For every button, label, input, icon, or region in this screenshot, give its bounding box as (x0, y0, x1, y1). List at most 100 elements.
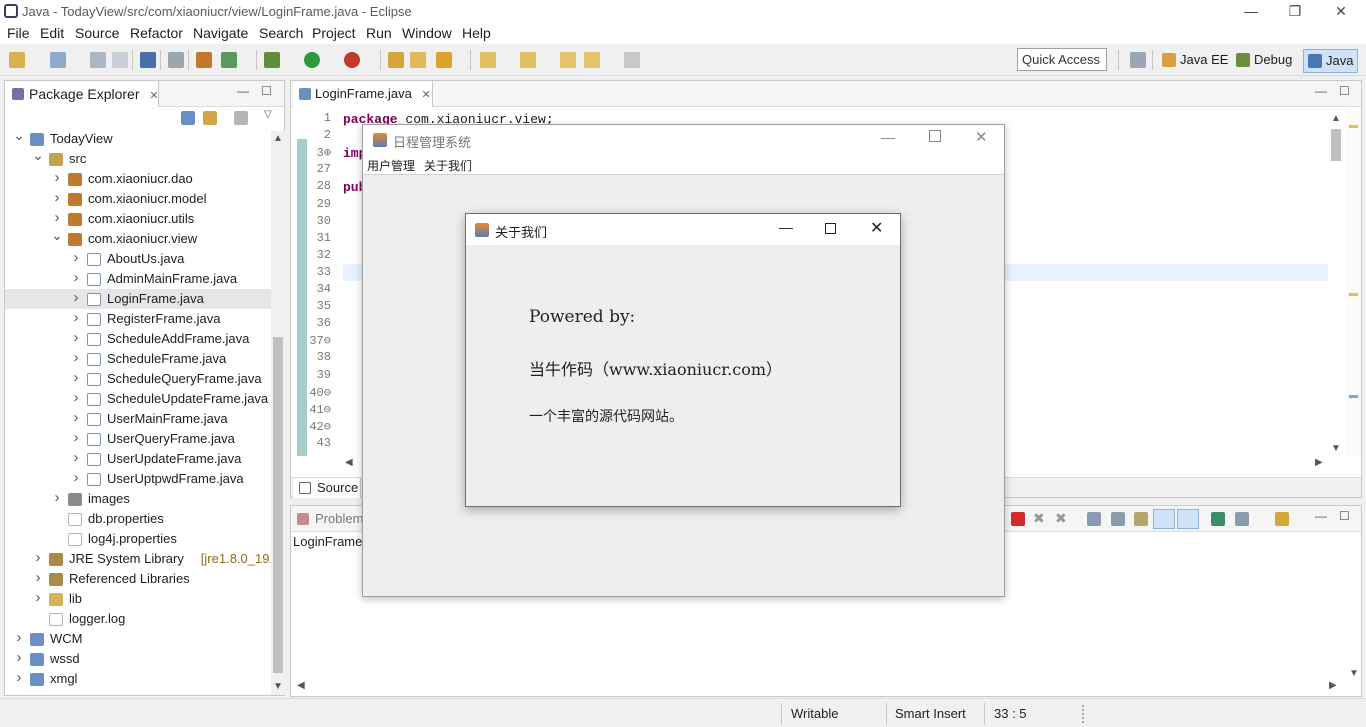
menu-about-us[interactable]: 关于我们 (424, 157, 472, 174)
tab-package-explorer[interactable]: Package Explorer ✕ (5, 81, 159, 107)
tree-item[interactable]: › com.xiaoniucr.model (5, 189, 271, 209)
scroll-left-icon[interactable]: ◀ (345, 457, 353, 468)
maximize-button[interactable] (825, 223, 836, 234)
menu-help[interactable]: Help (462, 25, 491, 41)
tree-item[interactable]: › com.xiaoniucr.utils (5, 209, 271, 229)
scroll-down-icon[interactable]: ▼ (1349, 668, 1359, 679)
debug-icon[interactable] (264, 52, 280, 68)
new-icon[interactable] (9, 52, 25, 68)
maximize-view-icon[interactable]: ☐ (261, 84, 272, 98)
terminate-icon[interactable] (1011, 512, 1025, 526)
expand-twisty-icon[interactable]: › (70, 328, 82, 348)
expand-twisty-icon[interactable]: › (13, 668, 25, 688)
previous-annotation-icon[interactable] (520, 52, 536, 68)
expand-twisty-icon[interactable]: › (32, 548, 44, 568)
pin-console-icon[interactable] (1211, 512, 1225, 526)
tree-item[interactable]: › ScheduleUpdateFrame.java (5, 389, 271, 409)
tree-item[interactable]: › UserUptpwdFrame.java (5, 469, 271, 489)
clear-console-icon[interactable] (1087, 512, 1101, 526)
close-button[interactable]: ✕ (1318, 0, 1364, 22)
link-with-editor-icon[interactable] (203, 111, 217, 125)
scroll-left-icon[interactable]: ◀ (297, 680, 305, 691)
warning-marker[interactable] (1349, 125, 1358, 128)
minimize-button[interactable]: — (779, 219, 793, 235)
console-horizontal-scrollbar[interactable]: ◀ ▶ (293, 680, 1343, 694)
remove-all-icon[interactable]: ✖ (1055, 510, 1067, 527)
maximize-button[interactable] (929, 130, 941, 142)
expand-twisty-icon[interactable]: › (51, 168, 63, 188)
refresh-icon[interactable] (221, 52, 237, 68)
open-task-icon[interactable] (410, 52, 426, 68)
menu-source[interactable]: Source (75, 25, 119, 41)
tree-item[interactable]: ⌄ com.xiaoniucr.view (5, 227, 271, 249)
expand-twisty-icon[interactable]: › (70, 428, 82, 448)
tree-item[interactable]: › ScheduleQueryFrame.java (5, 369, 271, 389)
tree-item[interactable]: › RegisterFrame.java (5, 309, 271, 329)
menu-navigate[interactable]: Navigate (193, 25, 248, 41)
scroll-down-icon[interactable]: ▼ (1331, 443, 1341, 454)
menu-window[interactable]: Window (402, 25, 452, 41)
expand-twisty-icon[interactable]: › (70, 448, 82, 468)
perspective-debug[interactable]: Debug (1232, 49, 1296, 71)
forward-icon[interactable] (624, 52, 640, 68)
expand-twisty-icon[interactable]: › (51, 188, 63, 208)
tree-item[interactable]: logger.log (5, 609, 271, 629)
tab-problems[interactable]: Problem (293, 506, 371, 532)
tree-item[interactable]: › xmgl (5, 669, 271, 689)
tree-item[interactable]: › com.xiaoniucr.dao (5, 169, 271, 189)
expand-twisty-icon[interactable]: › (70, 288, 82, 308)
tree-item[interactable]: › lib (5, 589, 271, 609)
tree-item[interactable]: › UserUpdateFrame.java (5, 449, 271, 469)
expand-twisty-icon[interactable]: › (70, 408, 82, 428)
scroll-lock-icon[interactable] (1111, 512, 1125, 526)
tree-item[interactable]: › Referenced Libraries (5, 569, 271, 589)
minimize-view-icon[interactable]: — (237, 84, 249, 98)
tree-item[interactable]: ⌄ TodayView (5, 129, 271, 149)
tree-item[interactable]: › AboutUs.java (5, 249, 271, 269)
close-button[interactable]: ✕ (975, 128, 988, 146)
skip-breakpoints-icon[interactable] (168, 52, 184, 68)
tree-item[interactable]: › LoginFrame.java (5, 289, 271, 309)
expand-twisty-icon[interactable]: › (70, 468, 82, 488)
close-tab-icon[interactable]: ✕ (421, 89, 430, 101)
expand-twisty-icon[interactable]: › (13, 648, 25, 668)
filters-icon[interactable] (234, 111, 248, 125)
collapse-twisty-icon[interactable]: ⌄ (32, 145, 44, 165)
maximize-button[interactable]: ❐ (1272, 0, 1318, 22)
expand-twisty-icon[interactable]: › (70, 308, 82, 328)
minimize-editor-icon[interactable]: — (1315, 84, 1327, 98)
maximize-editor-icon[interactable]: ☐ (1339, 84, 1350, 98)
expand-twisty-icon[interactable]: › (32, 588, 44, 608)
scroll-right-icon[interactable]: ▶ (1315, 457, 1323, 468)
show-console-stdout-icon[interactable] (1153, 509, 1175, 529)
open-perspective-icon[interactable] (1130, 52, 1146, 68)
collapse-twisty-icon[interactable]: ⌄ (13, 129, 25, 145)
menu-user-management[interactable]: 用户管理 (367, 157, 415, 174)
warning-marker[interactable] (1349, 293, 1358, 296)
remove-launch-icon[interactable]: ✖ (1033, 510, 1045, 527)
back-icon[interactable] (584, 52, 600, 68)
scrollbar-thumb[interactable] (1331, 129, 1341, 161)
scroll-up-icon[interactable]: ▲ (1331, 113, 1341, 124)
expand-twisty-icon[interactable]: › (70, 348, 82, 368)
open-console-icon[interactable] (1275, 512, 1289, 526)
scroll-right-icon[interactable]: ▶ (1329, 680, 1337, 691)
scroll-up-icon[interactable]: ▲ (273, 133, 283, 144)
tree-item[interactable]: › AdminMainFrame.java (5, 269, 271, 289)
menu-search[interactable]: Search (259, 25, 303, 41)
show-console-stderr-icon[interactable] (1177, 509, 1199, 529)
expand-twisty-icon[interactable]: › (51, 488, 63, 508)
run-icon[interactable] (304, 52, 320, 68)
tree-item[interactable]: › UserQueryFrame.java (5, 429, 271, 449)
tree-item[interactable]: db.properties (5, 509, 271, 529)
perspective-java[interactable]: Java (1303, 49, 1359, 73)
menu-refactor[interactable]: Refactor (130, 25, 183, 41)
minimize-view-icon[interactable]: — (1315, 509, 1327, 523)
minimize-button[interactable]: — (881, 129, 895, 145)
quick-access-input[interactable]: Quick Access (1017, 48, 1107, 71)
terminal-icon[interactable] (140, 52, 156, 68)
close-button[interactable]: ✕ (870, 218, 883, 238)
tree-item[interactable]: › images (5, 489, 271, 509)
perspective-java-ee[interactable]: Java EE (1158, 49, 1232, 71)
scroll-down-icon[interactable]: ▼ (273, 681, 283, 692)
